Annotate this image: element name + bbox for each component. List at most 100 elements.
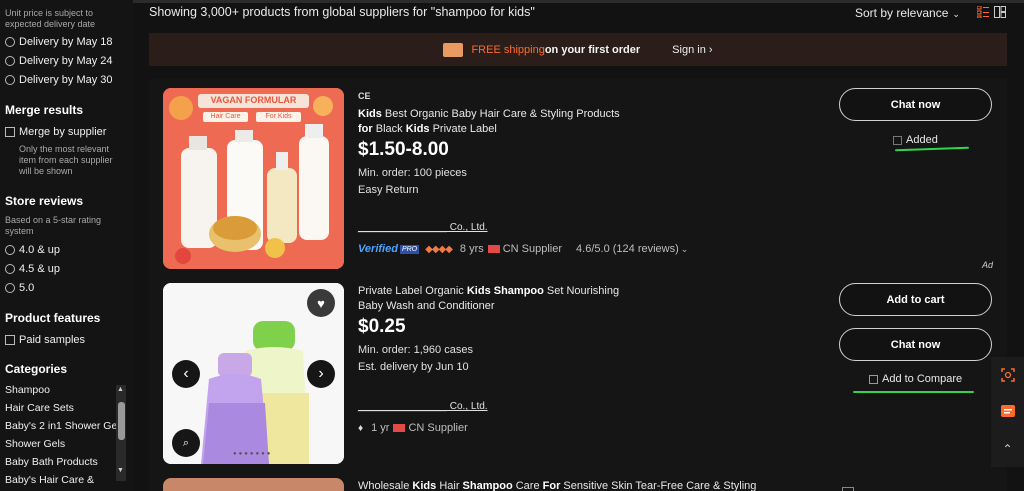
filter-sidebar: Unit price is subject to expected delive… <box>0 0 133 491</box>
merge-note: Only the most relevant item from each su… <box>19 144 113 176</box>
checkbox-icon <box>869 374 878 384</box>
title-text: Best Organic Baby Hair Care & Styling Pr… <box>381 108 620 120</box>
min-order: Min. order: 100 pieces <box>358 167 467 179</box>
radio-icon <box>5 36 15 47</box>
years-label: 1 yr <box>371 422 390 434</box>
title-text: Sensitive Skin Tear-Free Care & Styling <box>560 480 757 491</box>
review-option-4-0[interactable]: 4.0 & up <box>5 240 60 259</box>
product-image[interactable]: VAGAN FORMULAR Hair Care For Kids <box>163 88 344 269</box>
sort-dropdown[interactable]: Sort by relevance ⌄ <box>855 6 960 20</box>
title-keyword: For <box>542 480 561 491</box>
grid-view-icon[interactable] <box>994 6 1006 18</box>
review-options: 4.0 & up 4.5 & up 5.0 <box>5 240 60 297</box>
diamond-icon: ♦ <box>358 422 364 434</box>
merge-title: Merge results <box>5 103 84 117</box>
ce-mark: CE <box>358 91 371 101</box>
radio-icon <box>5 282 15 293</box>
product-image[interactable] <box>163 478 344 491</box>
country-label: CN Supplier <box>408 422 468 434</box>
supplier-name-link[interactable]: ________________ Co., Ltd. <box>358 222 488 233</box>
checkbox-icon <box>5 126 15 137</box>
delivery-option-may30[interactable]: Delivery by May 30 <box>5 70 113 89</box>
checkbox-icon <box>842 487 854 491</box>
first-order-label: on your first order <box>544 43 641 56</box>
title-keyword: Kids <box>405 123 430 135</box>
product-price: $0.25 <box>358 316 406 337</box>
add-to-cart-button[interactable]: Add to cart <box>839 283 992 316</box>
shampoo-bottles-illustration <box>163 88 344 269</box>
product-title[interactable]: Private Label Organic Kids Shampoo Set N… <box>358 284 628 314</box>
category-item[interactable]: Shampoo <box>5 381 120 399</box>
image-tab-hair-care: Hair Care <box>210 113 241 120</box>
title-keyword: for <box>358 123 373 135</box>
prev-image-arrow-icon[interactable]: ‹ <box>172 360 200 388</box>
paid-samples-checkbox[interactable]: Paid samples <box>5 330 85 349</box>
title-text: Private Label Organic <box>358 285 467 297</box>
add-to-compare-checkbox[interactable]: Add to Compare <box>869 373 962 385</box>
sign-in-link[interactable]: Sign in › <box>672 44 712 56</box>
chevron-down-icon: ⌄ <box>680 243 689 254</box>
supplier-name-link[interactable]: ________________ Co., Ltd. <box>358 401 488 412</box>
compare-checkbox-added[interactable]: Added <box>893 134 938 146</box>
checkbox-checked-icon <box>893 135 902 145</box>
rfq-tool[interactable] <box>991 393 1024 429</box>
delivery-option-may18[interactable]: Delivery by May 18 <box>5 32 113 51</box>
image-search-icon[interactable]: ⌕ <box>172 429 200 457</box>
reviews-title: Store reviews <box>5 194 84 208</box>
radio-icon <box>5 55 15 66</box>
categories-title: Categories <box>5 362 68 376</box>
category-item[interactable]: Baby's 2 in1 Shower Gel <box>5 417 120 435</box>
carousel-dots: ●●●●●●● <box>233 451 273 457</box>
shipping-box-icon <box>443 42 464 57</box>
favorite-heart-icon[interactable]: ♥ <box>307 289 335 317</box>
years-label: 8 yrs <box>459 243 484 255</box>
title-text: Wholesale <box>358 480 413 491</box>
free-shipping-label: FREE shipping <box>471 43 545 56</box>
country-label: CN Supplier <box>502 243 563 255</box>
title-keyword: Shampoo <box>462 480 513 491</box>
list-view-icon[interactable] <box>977 6 989 18</box>
delivery-note: Unit price is subject to expected delive… <box>5 8 96 29</box>
review-option-4-5[interactable]: 4.5 & up <box>5 259 60 278</box>
radio-icon <box>5 263 15 274</box>
delivery-options: Delivery by May 18 Delivery by May 24 De… <box>5 32 113 89</box>
scan-icon <box>1000 368 1015 382</box>
title-keyword: Kids <box>412 480 437 491</box>
title-keyword: Kids <box>358 108 382 120</box>
free-shipping-banner: FREE shipping on your first order Sign i… <box>149 33 1007 66</box>
category-item[interactable]: Baby Bath Products <box>5 453 120 471</box>
product-image[interactable]: ♥ ‹ › ⌕ ●●●●●●● <box>163 283 344 464</box>
floating-toolbar: ⌃ <box>991 357 1024 467</box>
green-annotation-mark <box>853 391 974 393</box>
pro-badge: PRO <box>399 244 420 254</box>
chevron-down-icon: ⌄ <box>952 9 960 19</box>
scroll-down-icon[interactable]: ▼ <box>117 467 124 474</box>
review-option-5-0[interactable]: 5.0 <box>5 278 60 297</box>
radio-icon <box>5 244 15 255</box>
category-item[interactable]: Hair Care Sets <box>5 399 120 417</box>
back-to-top-icon[interactable]: ⌃ <box>991 431 1024 467</box>
image-banner-text: VAGAN FORMULAR <box>210 95 297 105</box>
cn-flag-icon <box>393 424 406 432</box>
chat-now-button[interactable]: Chat now <box>839 328 992 361</box>
category-item[interactable]: Baby's Hair Care & <box>5 471 120 489</box>
radio-icon <box>5 74 15 85</box>
next-image-arrow-icon[interactable]: › <box>307 360 335 388</box>
product-title[interactable]: Wholesale Kids Hair Shampoo Care For Sen… <box>358 479 818 491</box>
est-delivery-label: Est. delivery by Jun 10 <box>358 361 469 373</box>
chat-now-button[interactable]: Chat now <box>839 88 992 121</box>
features-title: Product features <box>5 311 101 325</box>
category-scrollbar-thumb[interactable] <box>118 402 125 440</box>
category-item[interactable]: Shower Gels <box>5 435 120 453</box>
image-search-tool[interactable] <box>991 357 1024 393</box>
scroll-up-icon[interactable]: ▲ <box>117 386 124 393</box>
delivery-option-may24[interactable]: Delivery by May 24 <box>5 51 113 70</box>
product-price: $1.50-8.00 <box>358 139 449 160</box>
title-keyword: Kids Shampoo <box>466 285 544 297</box>
category-list: Shampoo Hair Care Sets Baby's 2 in1 Show… <box>5 381 120 489</box>
merge-by-supplier-checkbox[interactable]: Merge by supplier <box>5 122 106 141</box>
top-divider <box>133 0 1024 3</box>
store-rating[interactable]: 4.6/5.0 (124 reviews) <box>576 243 679 255</box>
product-title[interactable]: Kids Best Organic Baby Hair Care & Styli… <box>358 107 628 137</box>
image-tab-for-kids: For Kids <box>265 113 292 120</box>
